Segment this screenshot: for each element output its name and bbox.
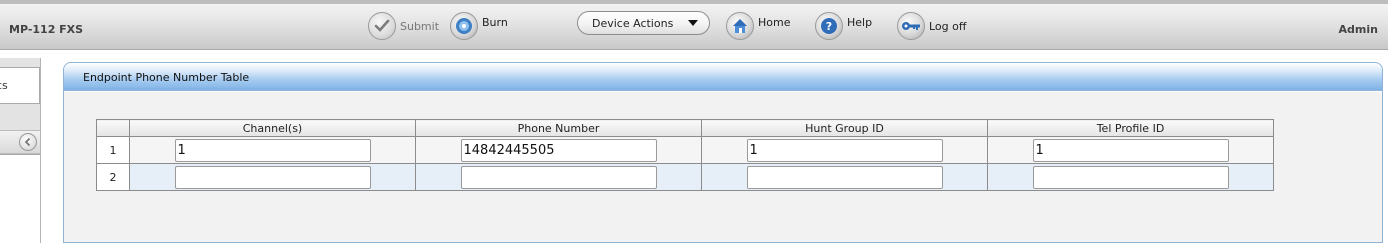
table-cell — [987, 163, 1274, 191]
logoff-button[interactable]: Log off — [897, 10, 966, 42]
help-label: Help — [847, 15, 873, 29]
collapse-sidebar-button[interactable] — [19, 133, 37, 151]
home-button[interactable]: Home — [726, 10, 790, 42]
column-header-tel-profile-id: Tel Profile ID — [987, 119, 1274, 137]
table-cell — [129, 136, 416, 164]
sidebar-tab-label: cs — [0, 79, 8, 92]
tel-profile-id-field[interactable] — [1032, 165, 1229, 189]
column-header-phone-number: Phone Number — [415, 119, 702, 137]
svg-text:?: ? — [826, 20, 832, 33]
panel-title: Endpoint Phone Number Table — [83, 71, 250, 84]
table-header-row: Channel(s) Phone Number Hunt Group ID Te… — [96, 119, 1274, 137]
device-actions-dropdown[interactable]: Device Actions — [577, 11, 710, 35]
table-cell — [129, 163, 416, 191]
help-button[interactable]: ? Help — [815, 10, 872, 42]
table-row: 1 — [96, 136, 1274, 164]
logoff-label: Log off — [929, 19, 967, 33]
home-label: Home — [758, 15, 791, 29]
top-toolbar: MP-112 FXS Submit Burn Device Actions Ho… — [0, 0, 1388, 50]
table-cell — [987, 136, 1274, 164]
burn-disc-icon — [450, 12, 478, 40]
toolbar-top-border — [0, 0, 1388, 4]
row-index: 2 — [96, 163, 130, 191]
phone-number-field[interactable] — [460, 138, 657, 162]
table-cell — [415, 136, 702, 164]
chevron-down-icon — [688, 20, 698, 26]
table-cell — [701, 163, 988, 191]
hunt-group-id-field[interactable] — [746, 138, 943, 162]
product-name: MP-112 FXS — [9, 23, 84, 36]
channels-field[interactable] — [174, 138, 371, 162]
burn-label: Burn — [482, 15, 508, 29]
burn-button[interactable]: Burn — [450, 10, 508, 42]
table-row: 2 — [96, 163, 1274, 191]
row-index: 1 — [96, 136, 130, 164]
column-header-hunt-group-id: Hunt Group ID — [701, 119, 988, 137]
key-icon — [897, 12, 925, 40]
home-icon — [726, 12, 754, 40]
channels-field[interactable] — [174, 165, 371, 189]
hunt-group-id-field[interactable] — [746, 165, 943, 189]
sidebar-tree-area — [0, 154, 40, 243]
table-cell — [415, 163, 702, 191]
sidebar-tab[interactable]: cs — [0, 67, 40, 104]
endpoint-phone-table: Channel(s) Phone Number Hunt Group ID Te… — [96, 119, 1274, 191]
column-header-channels: Channel(s) — [129, 119, 416, 137]
chevron-left-icon — [24, 137, 31, 147]
submit-label: Submit — [400, 19, 440, 33]
column-header-index — [96, 119, 130, 137]
user-name: Admin — [1338, 23, 1378, 36]
endpoint-phone-number-panel: Endpoint Phone Number Table Channel(s) P… — [63, 62, 1383, 243]
checkmark-icon — [368, 12, 396, 40]
phone-number-field[interactable] — [460, 165, 657, 189]
left-navigation-panel: cs — [0, 58, 41, 243]
help-question-icon: ? — [815, 12, 843, 40]
device-actions-label: Device Actions — [592, 16, 674, 30]
panel-header: Endpoint Phone Number Table — [64, 63, 1382, 91]
submit-button[interactable]: Submit — [368, 10, 439, 42]
tel-profile-id-field[interactable] — [1032, 138, 1229, 162]
table-cell — [701, 136, 988, 164]
